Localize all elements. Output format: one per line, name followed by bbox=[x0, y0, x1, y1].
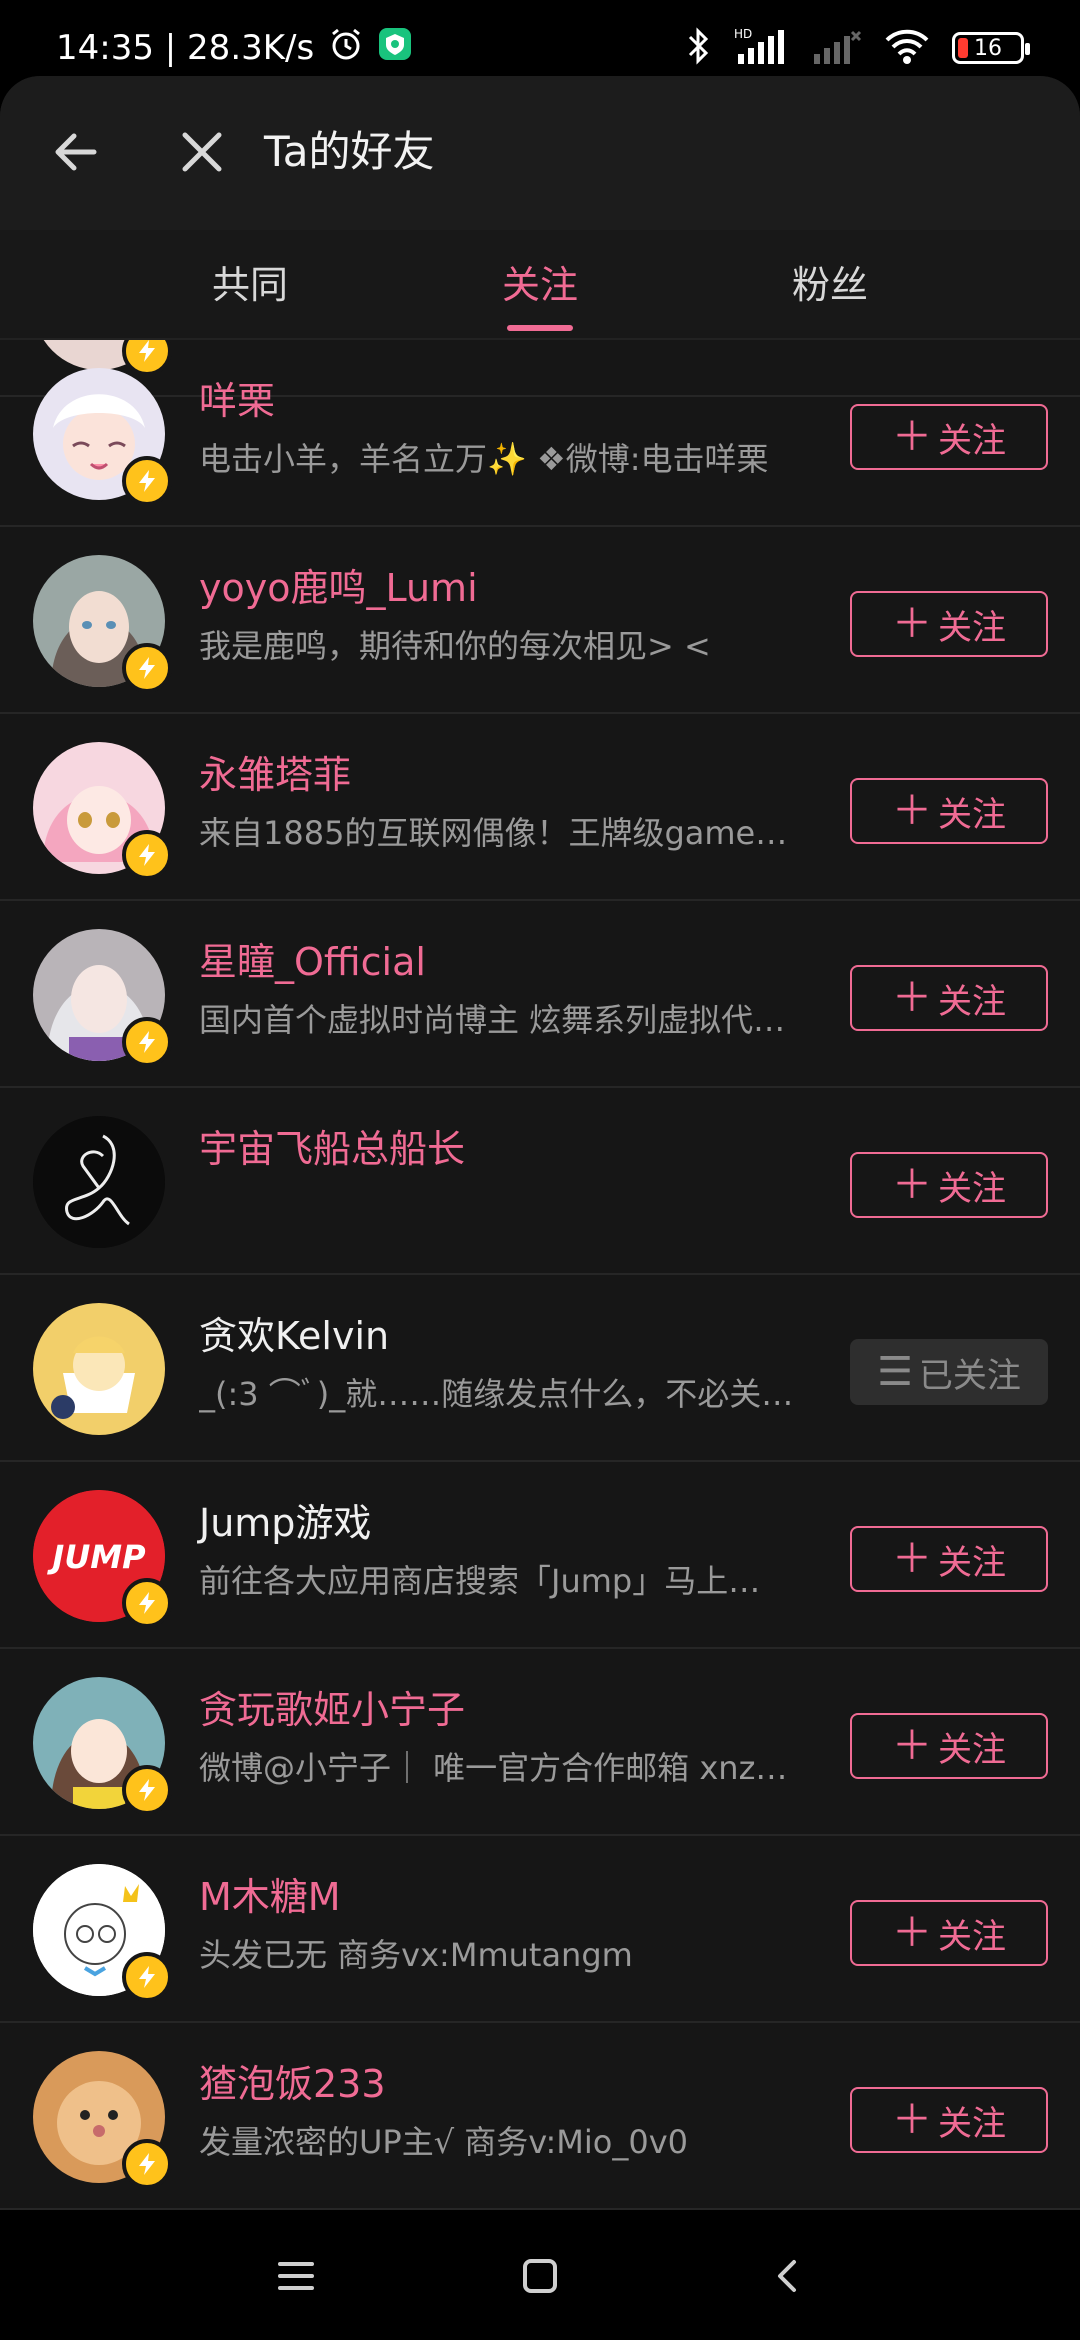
user-name[interactable]: yoyo鹿鸣_Lumi bbox=[199, 561, 478, 615]
list-item[interactable]: 星瞳_Official 国内首个虚拟时尚博主 炫舞系列虚拟代… ＋ 关注 bbox=[0, 901, 1080, 1088]
follow-label: 关注 bbox=[938, 1542, 1006, 1583]
verified-badge-icon bbox=[122, 456, 172, 506]
user-desc: 来自1885的互联网偶像！王牌级gamer… bbox=[199, 814, 799, 852]
tab-common[interactable]: 共同 bbox=[160, 230, 340, 340]
page-title: Ta的好友 bbox=[264, 127, 435, 176]
list-item[interactable]: 咩栗 电击小羊，羊名立万✨ ❖微博:电击咩栗 ＋ 关注 bbox=[0, 340, 1080, 527]
follow-label: 关注 bbox=[938, 794, 1006, 835]
user-name[interactable]: Jump游戏 bbox=[199, 1496, 371, 1550]
list-item[interactable]: 猹泡饭233 发量浓密的UP主√ 商务v:Mio_0v0 ＋ 关注 bbox=[0, 2023, 1080, 2210]
status-left: 14:35 | 28.3K/s bbox=[56, 24, 412, 72]
plus-icon: ＋ bbox=[892, 1536, 932, 1582]
plus-icon: ＋ bbox=[892, 414, 932, 460]
home-icon[interactable] bbox=[510, 2246, 570, 2306]
user-desc: 微博@小宁子｜ 唯一官方合作邮箱 xnz… bbox=[199, 1749, 788, 1787]
followed-label: 已关注 bbox=[918, 1355, 1021, 1396]
menu-lines-icon: ☰ bbox=[877, 1349, 913, 1395]
user-desc: _(:3 ⌒ﾞ)_就……随缘发点什么，不必关… bbox=[199, 1375, 794, 1413]
list-item[interactable]: JUMP Jump游戏 前往各大应用商店搜索「Jump」马上… ＋ 关注 bbox=[0, 1462, 1080, 1649]
verified-badge-icon bbox=[122, 643, 172, 693]
follow-button[interactable]: ＋ 关注 bbox=[850, 404, 1048, 470]
svg-text:HD: HD bbox=[734, 27, 752, 41]
signal-weak-icon bbox=[812, 26, 862, 70]
svg-text:JUMP: JUMP bbox=[46, 1538, 146, 1576]
user-name[interactable]: 星瞳_Official bbox=[199, 935, 426, 989]
follow-label: 关注 bbox=[938, 981, 1006, 1022]
tab-fans[interactable]: 粉丝 bbox=[740, 230, 920, 340]
avatar[interactable] bbox=[33, 1116, 165, 1248]
verified-badge-icon bbox=[122, 830, 172, 880]
user-desc: 头发已无 商务vx:Mmutangm bbox=[199, 1936, 633, 1974]
status-right: HD 16 bbox=[686, 22, 1030, 74]
follow-button[interactable]: ＋ 关注 bbox=[850, 591, 1048, 657]
follow-label: 关注 bbox=[938, 420, 1006, 461]
friends-sheet: Ta的好友 共同 关注 粉丝 咩栗 电击小羊，羊名立万✨ ❖微博:电击咩栗 ＋ bbox=[0, 76, 1080, 2210]
list-item[interactable]: yoyo鹿鸣_Lumi 我是鹿鸣，期待和你的每次相见> < ＋ 关注 bbox=[0, 527, 1080, 714]
verified-badge-icon bbox=[122, 1765, 172, 1815]
plus-icon: ＋ bbox=[892, 1162, 932, 1208]
plus-icon: ＋ bbox=[892, 601, 932, 647]
back-arrow-icon[interactable] bbox=[44, 120, 108, 184]
tab-bar: 共同 关注 粉丝 bbox=[0, 230, 1080, 340]
follow-label: 关注 bbox=[938, 2103, 1006, 2144]
user-name[interactable]: 贪玩歌姬小宁子 bbox=[199, 1683, 465, 1737]
follow-button[interactable]: ＋ 关注 bbox=[850, 1526, 1048, 1592]
close-icon[interactable] bbox=[170, 120, 234, 184]
status-time-speed: 14:35 | 28.3K/s bbox=[56, 28, 315, 68]
verified-badge-icon bbox=[122, 1952, 172, 2002]
list-item[interactable]: 贪玩歌姬小宁子 微博@小宁子｜ 唯一官方合作邮箱 xnz… ＋ 关注 bbox=[0, 1649, 1080, 1836]
user-name[interactable]: 永雏塔菲 bbox=[199, 748, 351, 802]
plus-icon: ＋ bbox=[892, 975, 932, 1021]
user-list[interactable]: 咩栗 电击小羊，羊名立万✨ ❖微博:电击咩栗 ＋ 关注 yoyo鹿鸣_Lumi … bbox=[0, 340, 1080, 2210]
user-desc: 前往各大应用商店搜索「Jump」马上… bbox=[199, 1562, 761, 1600]
verified-badge-icon bbox=[122, 1017, 172, 1067]
tab-following[interactable]: 关注 bbox=[450, 230, 630, 340]
alarm-icon bbox=[328, 26, 364, 71]
list-item[interactable]: 宇宙飞船总船长 ＋ 关注 bbox=[0, 1088, 1080, 1275]
follow-button[interactable]: ＋ 关注 bbox=[850, 965, 1048, 1031]
follow-button[interactable]: ＋ 关注 bbox=[850, 2087, 1048, 2153]
list-item[interactable]: 永雏塔菲 来自1885的互联网偶像！王牌级gamer… ＋ 关注 bbox=[0, 714, 1080, 901]
follow-label: 关注 bbox=[938, 1916, 1006, 1957]
battery-level: 16 bbox=[974, 35, 1002, 61]
bluetooth-icon bbox=[686, 26, 712, 70]
follow-label: 关注 bbox=[938, 607, 1006, 648]
back-icon[interactable] bbox=[758, 2246, 818, 2306]
verified-badge-icon bbox=[122, 1578, 172, 1628]
list-item[interactable]: M木糖M 头发已无 商务vx:Mmutangm ＋ 关注 bbox=[0, 1836, 1080, 2023]
user-desc: 我是鹿鸣，期待和你的每次相见> < bbox=[199, 627, 711, 665]
user-name[interactable]: 宇宙飞船总船长 bbox=[199, 1122, 465, 1176]
avatar[interactable] bbox=[33, 1303, 165, 1435]
follow-button[interactable]: ＋ 关注 bbox=[850, 1152, 1048, 1218]
user-desc: 国内首个虚拟时尚博主 炫舞系列虚拟代… bbox=[199, 1001, 786, 1039]
signal-hd-icon: HD bbox=[734, 26, 790, 70]
user-name[interactable]: 咩栗 bbox=[199, 374, 275, 428]
user-desc: 电击小羊，羊名立万✨ ❖微博:电击咩栗 bbox=[199, 440, 769, 478]
list-item[interactable]: 贪欢Kelvin _(:3 ⌒ﾞ)_就……随缘发点什么，不必关… ☰ 已关注 bbox=[0, 1275, 1080, 1462]
followed-button[interactable]: ☰ 已关注 bbox=[850, 1339, 1048, 1405]
follow-label: 关注 bbox=[938, 1729, 1006, 1770]
user-desc: 发量浓密的UP主√ 商务v:Mio_0v0 bbox=[199, 2123, 688, 2161]
top-bar: Ta的好友 bbox=[0, 76, 1080, 230]
verified-badge-icon bbox=[122, 2139, 172, 2189]
plus-icon: ＋ bbox=[892, 1910, 932, 1956]
follow-button[interactable]: ＋ 关注 bbox=[850, 1713, 1048, 1779]
user-name[interactable]: M木糖M bbox=[199, 1870, 341, 1924]
user-name[interactable]: 猹泡饭233 bbox=[199, 2057, 386, 2111]
system-nav-bar bbox=[0, 2210, 1080, 2340]
menu-icon[interactable] bbox=[266, 2246, 326, 2306]
follow-label: 关注 bbox=[938, 1168, 1006, 1209]
battery-icon: 16 bbox=[952, 32, 1030, 64]
follow-button[interactable]: ＋ 关注 bbox=[850, 778, 1048, 844]
plus-icon: ＋ bbox=[892, 2097, 932, 2143]
plus-icon: ＋ bbox=[892, 788, 932, 834]
plus-icon: ＋ bbox=[892, 1723, 932, 1769]
user-name[interactable]: 贪欢Kelvin bbox=[199, 1309, 389, 1363]
tab-indicator bbox=[507, 325, 573, 331]
shield-app-icon bbox=[378, 27, 412, 70]
follow-button[interactable]: ＋ 关注 bbox=[850, 1900, 1048, 1966]
wifi-icon bbox=[884, 26, 930, 70]
